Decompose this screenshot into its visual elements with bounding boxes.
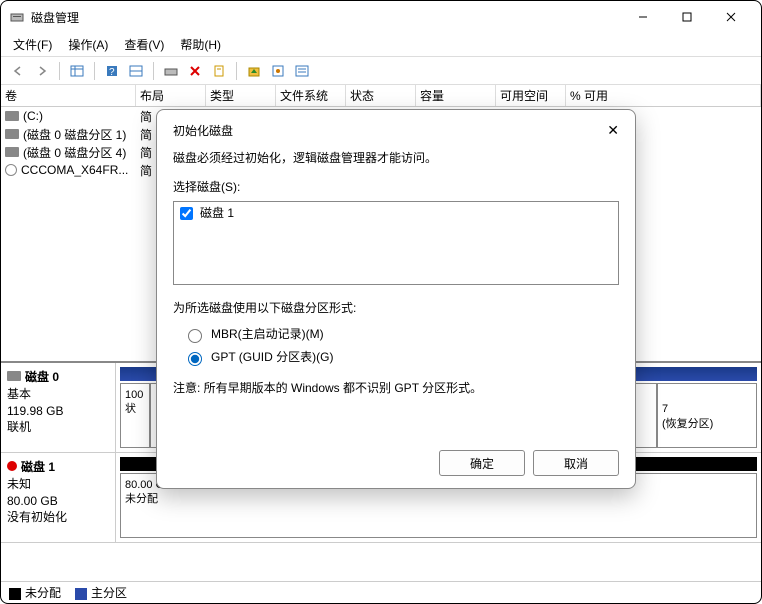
- partition[interactable]: 100 状: [120, 383, 150, 448]
- dialog-message: 磁盘必须经过初始化，逻辑磁盘管理器才能访问。: [173, 149, 619, 168]
- partition-label: (恢复分区): [662, 417, 752, 431]
- disk-info: 磁盘 1 未知 80.00 GB 没有初始化: [1, 453, 116, 542]
- col-type[interactable]: 类型: [206, 85, 276, 106]
- col-free[interactable]: 可用空间: [496, 85, 566, 106]
- disk-listbox[interactable]: 磁盘 1: [173, 201, 619, 285]
- menu-view[interactable]: 查看(V): [118, 34, 170, 55]
- close-button[interactable]: [709, 2, 753, 32]
- select-disk-label: 选择磁盘(S):: [173, 178, 619, 197]
- up-button[interactable]: [243, 60, 265, 82]
- disk-management-window: 磁盘管理 文件(F) 操作(A) 查看(V) 帮助(H) ? 卷 布局 类型 文…: [0, 0, 762, 604]
- dialog-title: 初始化磁盘: [173, 122, 233, 139]
- dialog-note: 注意: 所有早期版本的 Windows 都不识别 GPT 分区形式。: [173, 379, 619, 398]
- app-icon: [9, 9, 25, 25]
- volume-name: CCCOMA_X64FR...: [21, 163, 128, 177]
- settings-button[interactable]: [267, 60, 289, 82]
- partition-size: 100: [125, 388, 145, 402]
- help-button[interactable]: ?: [101, 60, 123, 82]
- disk-size: 119.98 GB: [7, 403, 109, 420]
- disk-status: 联机: [7, 419, 109, 436]
- disk-checkbox[interactable]: [180, 207, 193, 220]
- disk-icon: [7, 371, 21, 381]
- partition-size: 7: [662, 402, 752, 416]
- maximize-button[interactable]: [665, 2, 709, 32]
- partition-style-label: 为所选磁盘使用以下磁盘分区形式:: [173, 299, 619, 318]
- menubar: 文件(F) 操作(A) 查看(V) 帮助(H): [1, 33, 761, 57]
- cancel-button[interactable]: 取消: [533, 450, 619, 476]
- volume-name: (C:): [23, 109, 43, 123]
- mbr-radio-label: MBR(主启动记录)(M): [211, 325, 324, 344]
- menu-file[interactable]: 文件(F): [7, 34, 58, 55]
- col-status[interactable]: 状态: [346, 85, 416, 106]
- legend-label: 主分区: [91, 586, 127, 600]
- ok-button[interactable]: 确定: [439, 450, 525, 476]
- titlebar: 磁盘管理: [1, 1, 761, 33]
- disk-info: 磁盘 0 基本 119.98 GB 联机: [1, 363, 116, 452]
- col-fs[interactable]: 文件系统: [276, 85, 346, 106]
- col-capacity[interactable]: 容量: [416, 85, 496, 106]
- back-button[interactable]: [7, 60, 29, 82]
- partition-label: 未分配: [125, 492, 752, 506]
- volume-icon: [5, 129, 19, 139]
- disk-size: 80.00 GB: [7, 493, 109, 510]
- disk-title: 磁盘 0: [25, 370, 59, 384]
- partition-recovery[interactable]: 7 (恢复分区): [657, 383, 757, 448]
- legend: 未分配 主分区: [1, 581, 761, 603]
- cd-icon: [5, 164, 17, 176]
- disk-kind: 基本: [7, 386, 109, 403]
- warning-icon: [7, 461, 17, 471]
- volume-table-header: 卷 布局 类型 文件系统 状态 容量 可用空间 % 可用: [1, 85, 761, 107]
- legend-swatch-unallocated: [9, 588, 21, 600]
- disk-status: 没有初始化: [7, 509, 109, 526]
- gpt-radio-label: GPT (GUID 分区表)(G): [211, 348, 333, 367]
- volume-icon: [5, 111, 19, 121]
- disk-title: 磁盘 1: [21, 460, 55, 474]
- partition-status: 状: [125, 402, 145, 416]
- svg-text:?: ?: [109, 67, 115, 77]
- forward-button[interactable]: [31, 60, 53, 82]
- legend-label: 未分配: [25, 586, 61, 600]
- delete-button[interactable]: [184, 60, 206, 82]
- mbr-radio-item[interactable]: MBR(主启动记录)(M): [183, 325, 619, 344]
- gpt-radio[interactable]: [188, 352, 202, 366]
- minimize-button[interactable]: [621, 2, 665, 32]
- initialize-disk-dialog: 初始化磁盘 ✕ 磁盘必须经过初始化，逻辑磁盘管理器才能访问。 选择磁盘(S): …: [156, 109, 636, 489]
- mbr-radio[interactable]: [188, 329, 202, 343]
- refresh-button[interactable]: [160, 60, 182, 82]
- volume-name: (磁盘 0 磁盘分区 1): [23, 126, 126, 143]
- window-title: 磁盘管理: [31, 9, 621, 26]
- view-list-button[interactable]: [66, 60, 88, 82]
- disk-checkbox-item[interactable]: 磁盘 1: [176, 204, 616, 223]
- volume-icon: [5, 147, 19, 157]
- menu-action[interactable]: 操作(A): [62, 34, 114, 55]
- menu-help[interactable]: 帮助(H): [174, 34, 227, 55]
- gpt-radio-item[interactable]: GPT (GUID 分区表)(G): [183, 348, 619, 367]
- disk-kind: 未知: [7, 476, 109, 493]
- disk-checkbox-label: 磁盘 1: [200, 204, 234, 223]
- volume-name: (磁盘 0 磁盘分区 4): [23, 144, 126, 161]
- col-pct[interactable]: % 可用: [566, 85, 761, 106]
- legend-swatch-primary: [75, 588, 87, 600]
- partition-style-radio-group: MBR(主启动记录)(M) GPT (GUID 分区表)(G): [183, 325, 619, 367]
- col-layout[interactable]: 布局: [136, 85, 206, 106]
- toolbar: ?: [1, 57, 761, 85]
- view-detail-button[interactable]: [125, 60, 147, 82]
- properties-button[interactable]: [208, 60, 230, 82]
- dialog-close-button[interactable]: ✕: [607, 122, 619, 139]
- col-volume[interactable]: 卷: [1, 85, 136, 106]
- list-button[interactable]: [291, 60, 313, 82]
